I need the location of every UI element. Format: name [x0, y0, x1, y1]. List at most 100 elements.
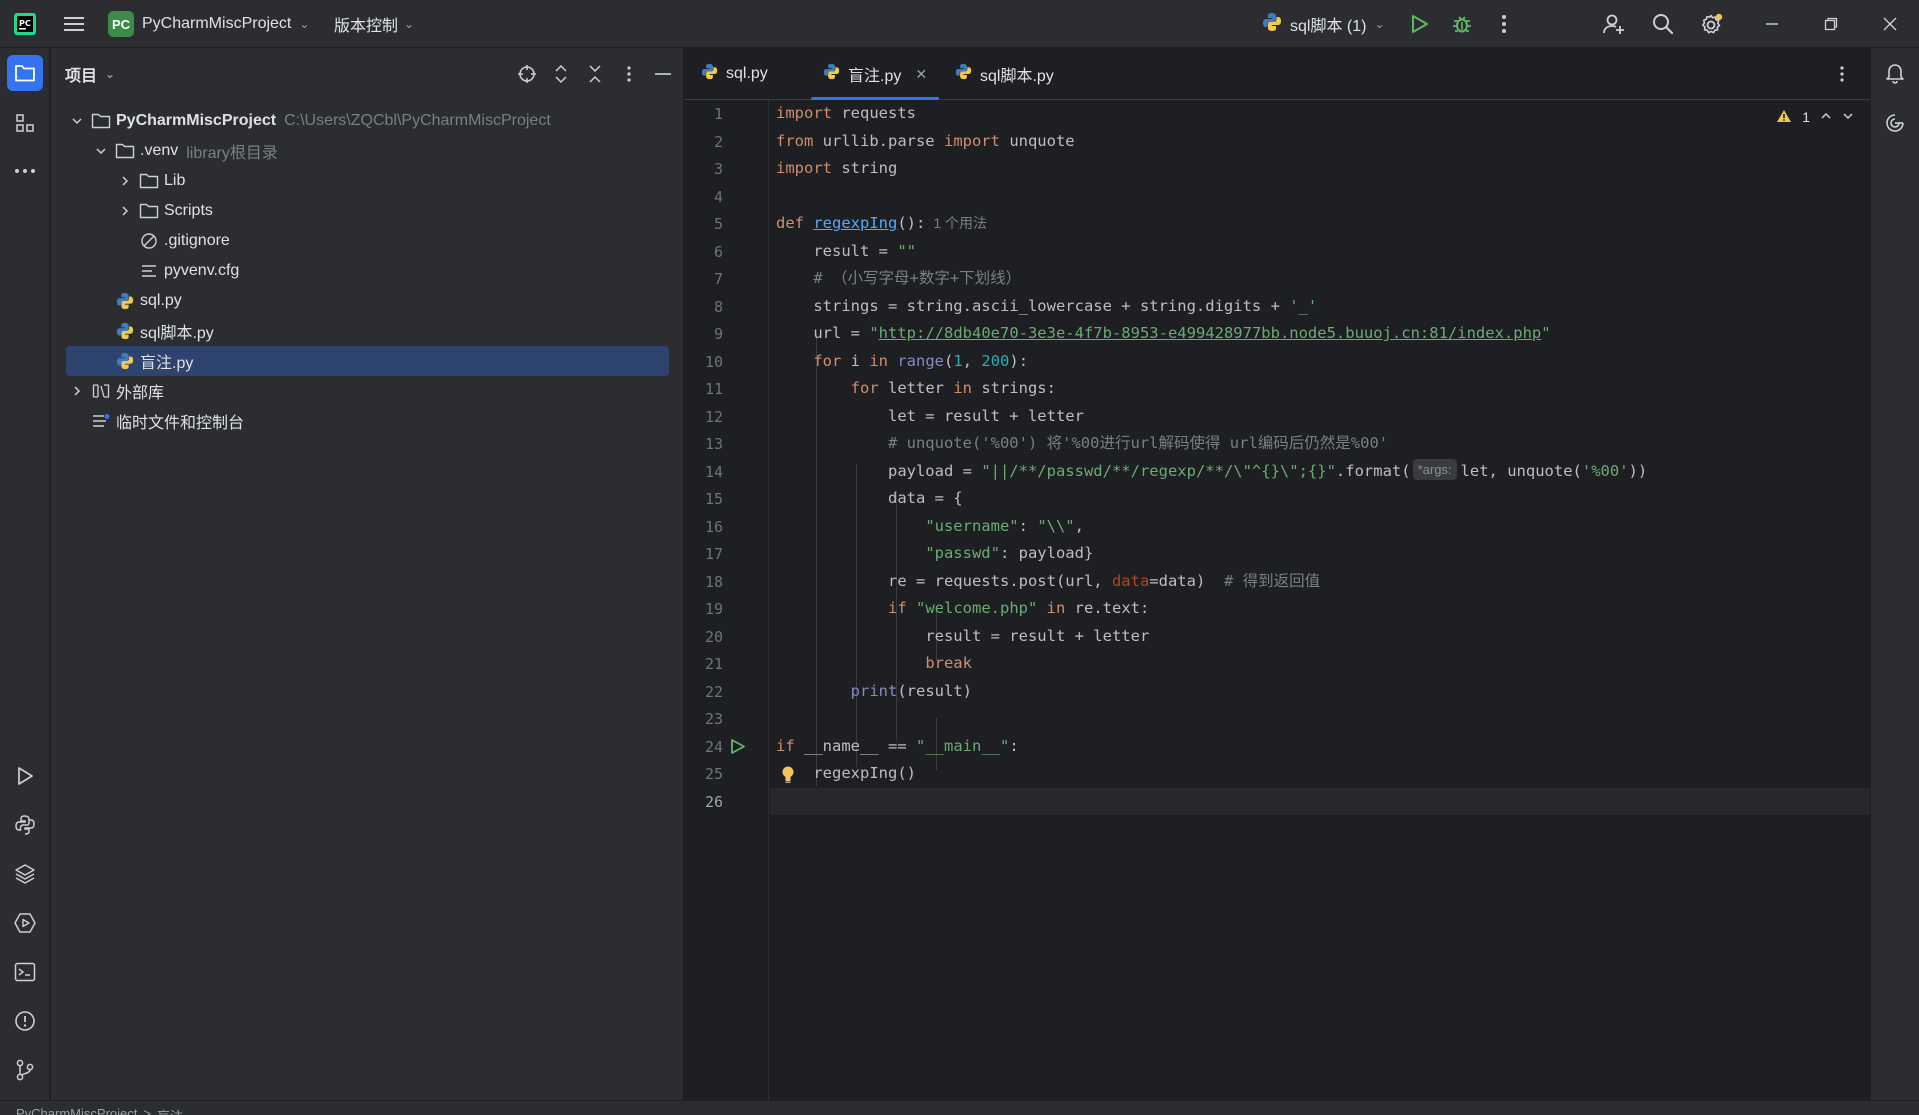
tree-item-label: PyCharmMiscProject — [116, 112, 277, 129]
line-number: 5 — [713, 215, 723, 233]
python-console-icon[interactable] — [7, 807, 43, 843]
url-link[interactable]: http://8db40e70-3e3e-4f7b-8953-e49942897… — [879, 324, 1542, 342]
tree-item-blind-injection-py[interactable]: 盲注.py — [66, 346, 669, 376]
settings-icon[interactable] — [1694, 0, 1730, 48]
run-gutter-icon[interactable] — [730, 738, 746, 760]
breadcrumb-file[interactable]: 盲注 — [157, 1106, 183, 1115]
code-token: " — [1541, 324, 1551, 342]
more-tools-icon[interactable] — [7, 153, 43, 189]
services-icon[interactable] — [7, 905, 43, 941]
chevron-down-icon[interactable] — [93, 143, 109, 159]
code-line: for i in range(1, 200): — [770, 348, 1870, 376]
tree-item-label: .gitignore — [164, 232, 230, 249]
code-token: =data) — [1149, 571, 1224, 590]
tree-item-project-root[interactable]: PyCharmMiscProject C:\Users\ZQCbl\PyChar… — [51, 106, 684, 136]
options-icon[interactable] — [617, 62, 641, 86]
code-token: , — [1074, 516, 1084, 535]
code-token: : payload} — [999, 544, 1094, 562]
breadcrumb-project[interactable]: PyCharmMiscProject — [16, 1106, 137, 1115]
chevron-right-icon[interactable] — [69, 383, 85, 399]
run-config-selector[interactable]: sql脚本 (1) ⌄ — [1262, 0, 1385, 48]
tree-item-label: 临时文件和控制台 — [116, 415, 245, 432]
chevron-right-icon[interactable] — [117, 173, 133, 189]
run-tool-icon[interactable] — [7, 758, 43, 794]
restore-icon[interactable] — [1813, 0, 1849, 48]
line-number: 6 — [713, 242, 723, 261]
code-comment: # 得到返回值 — [1223, 571, 1321, 590]
layers-icon[interactable] — [7, 856, 43, 892]
code-line: result = "" — [770, 238, 1870, 266]
code-token: regexpIng() — [813, 764, 916, 782]
code-token: re = requests.post(url, — [887, 571, 1112, 590]
code-token: from — [776, 131, 814, 150]
function-name[interactable]: regexpIng — [813, 214, 897, 232]
line-number: 10 — [704, 352, 723, 371]
line-number: 18 — [704, 572, 723, 591]
structure-icon[interactable] — [7, 105, 43, 141]
close-icon[interactable] — [1872, 0, 1908, 48]
ai-assistant-icon[interactable] — [1877, 105, 1913, 141]
tree-item-pyvenv[interactable]: pyvenv.cfg — [51, 256, 684, 286]
problems-icon[interactable] — [7, 1003, 43, 1039]
tree-item-external-libraries[interactable]: 外部库 — [51, 376, 684, 406]
code-token: import — [776, 104, 832, 122]
code-token: def — [776, 214, 804, 232]
close-tab-icon[interactable]: ✕ — [915, 66, 927, 83]
code-line: result = result + letter — [770, 623, 1870, 651]
project-folder-icon[interactable] — [7, 55, 43, 91]
pycharm-logo-icon[interactable]: PC — [12, 0, 38, 48]
tree-item-label: sql脚本.py — [140, 325, 214, 342]
add-user-icon[interactable] — [1596, 0, 1632, 48]
debug-icon[interactable] — [1444, 0, 1480, 48]
code-comment: # （小写字母+数字+下划线） — [813, 269, 1022, 287]
code-token: data — [1111, 571, 1150, 590]
tree-item-scratches[interactable]: 临时文件和控制台 — [51, 406, 684, 436]
vcs-menu[interactable]: 版本控制 ⌄ — [334, 0, 414, 48]
code-token: (result) — [897, 681, 972, 700]
code-line: payload = "||/**/passwd/**/regexp/**/\"^… — [770, 458, 1870, 486]
line-number: 26 — [704, 792, 723, 811]
code-token: for — [850, 379, 879, 397]
project-switcher[interactable]: PC PyCharmMiscProject ⌄ — [108, 0, 309, 48]
tab-blind-injection-py[interactable]: 盲注.py ✕ — [810, 48, 940, 100]
code-token: url = — [813, 324, 870, 342]
collapse-all-icon[interactable] — [583, 62, 607, 86]
code-token: import — [776, 159, 832, 177]
code-token: "||/**/passwd/**/regexp/**/\"^{}\";{}" — [981, 461, 1336, 480]
code-editor[interactable]: import requests from urllib.parse import… — [770, 100, 1870, 1100]
hamburger-menu-icon[interactable] — [60, 0, 88, 48]
python-icon — [1262, 12, 1282, 37]
tree-item-sql-py[interactable]: sql.py — [51, 286, 684, 316]
code-token: in — [1046, 599, 1066, 617]
tree-item-gitignore[interactable]: .gitignore — [51, 226, 684, 256]
tree-item-sql-script-py[interactable]: sql脚本.py — [51, 316, 684, 346]
tree-item-venv[interactable]: .venv library根目录 — [51, 136, 684, 166]
right-tool-strip — [1870, 48, 1919, 1100]
tree-item-label: Scripts — [164, 202, 213, 219]
locate-icon[interactable] — [515, 62, 539, 86]
tree-item-label: .venv — [140, 142, 179, 159]
tab-sql-script-py[interactable]: sql脚本.py — [955, 48, 1054, 100]
left-tool-strip — [0, 48, 50, 1100]
hide-icon[interactable] — [651, 62, 675, 86]
code-token: if — [887, 599, 907, 617]
chevron-right-icon[interactable] — [117, 203, 133, 219]
search-icon[interactable] — [1645, 0, 1681, 48]
git-icon[interactable] — [7, 1052, 43, 1088]
terminal-icon[interactable] — [7, 954, 43, 990]
code-token: requests — [832, 104, 916, 122]
expand-all-icon[interactable] — [549, 62, 573, 86]
tree-item-scripts[interactable]: Scripts — [51, 196, 684, 226]
run-icon[interactable] — [1402, 0, 1438, 48]
chevron-down-icon[interactable] — [69, 113, 85, 129]
usages-hint[interactable]: 1 个用法 — [933, 215, 987, 231]
tree-item-lib[interactable]: Lib — [51, 166, 684, 196]
notifications-icon[interactable] — [1877, 55, 1913, 91]
tab-sql-py[interactable]: sql.py — [701, 48, 768, 100]
tab-options-icon[interactable] — [1832, 62, 1852, 86]
more-icon[interactable] — [1486, 0, 1522, 48]
minimize-icon[interactable] — [1754, 0, 1790, 48]
text-file-icon — [139, 262, 159, 280]
